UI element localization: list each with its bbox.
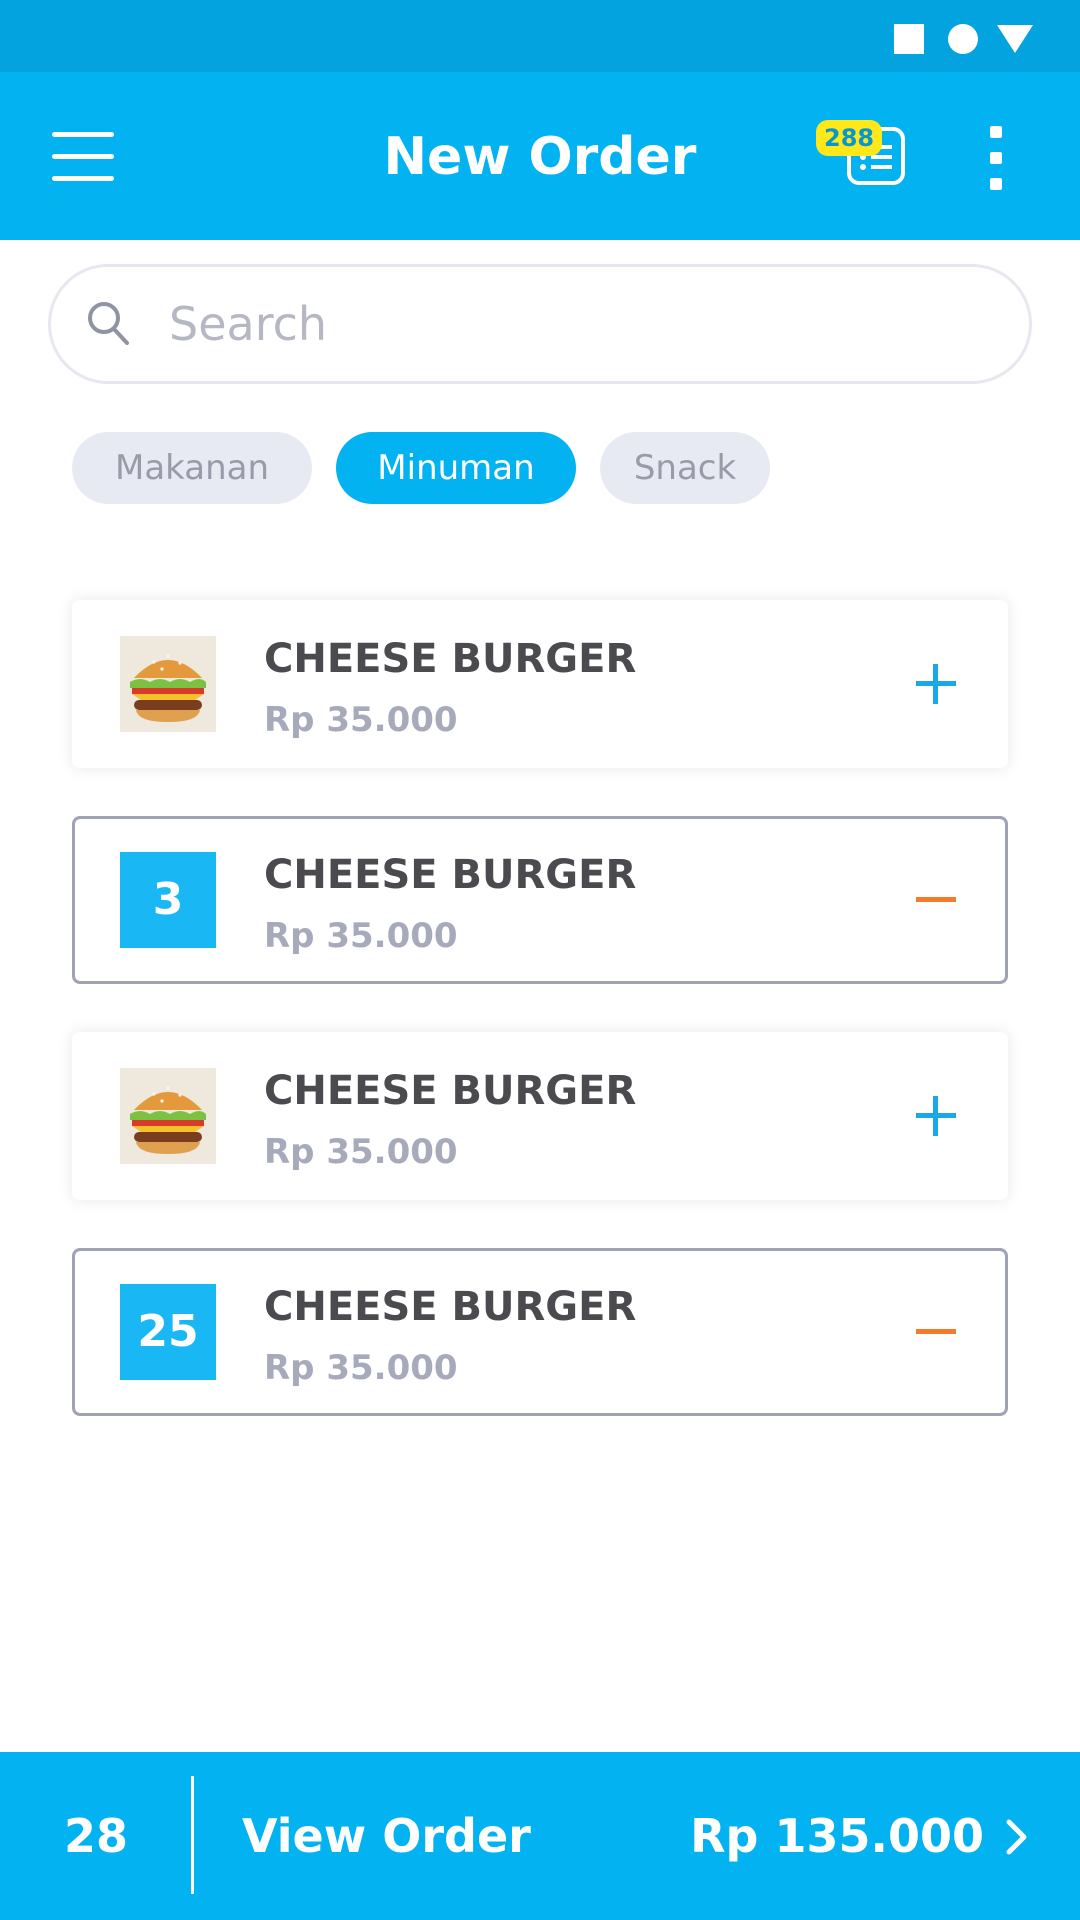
product-card[interactable]: CHEESE BURGER Rp 35.000 [72, 1032, 1008, 1200]
item-name: CHEESE BURGER [264, 1068, 637, 1114]
item-price: Rp 35.000 [264, 916, 458, 956]
item-price: Rp 35.000 [264, 700, 458, 740]
item-name: CHEESE BURGER [264, 636, 637, 682]
app-bar: New Order 288 [0, 72, 1080, 240]
quantity-badge: 25 [120, 1284, 216, 1380]
minus-icon[interactable] [912, 876, 960, 924]
minus-icon[interactable] [912, 1308, 960, 1356]
search-icon [88, 302, 129, 345]
order-total: Rp 135.000 [690, 1809, 984, 1863]
item-name: CHEESE BURGER [264, 1284, 637, 1330]
plus-icon[interactable] [912, 1092, 960, 1140]
cheese-burger-image [120, 1068, 216, 1164]
item-price: Rp 35.000 [264, 1348, 458, 1388]
search-bar[interactable] [48, 264, 1032, 384]
view-order-bar[interactable]: 28 View Order Rp 135.000 [0, 1752, 1080, 1920]
divider [191, 1776, 194, 1894]
product-card-selected[interactable]: 3 CHEESE BURGER Rp 35.000 [72, 816, 1008, 984]
category-chip-snack[interactable]: Snack [600, 432, 770, 504]
product-card-selected[interactable]: 25 CHEESE BURGER Rp 35.000 [72, 1248, 1008, 1416]
item-price: Rp 35.000 [264, 1132, 458, 1172]
cheese-burger-image [120, 636, 216, 732]
search-input[interactable] [169, 289, 989, 359]
product-card[interactable]: CHEESE BURGER Rp 35.000 [72, 600, 1008, 768]
chevron-right-icon [1006, 1819, 1027, 1855]
category-chip-makanan[interactable]: Makanan [72, 432, 312, 504]
quantity-badge: 3 [120, 852, 216, 948]
back-triangle-icon [997, 25, 1033, 53]
more-vertical-icon[interactable] [980, 124, 1014, 194]
status-bar [0, 0, 1080, 72]
orders-count-badge: 288 [816, 120, 883, 156]
recent-apps-icon [894, 24, 924, 54]
item-name: CHEESE BURGER [264, 852, 637, 898]
plus-icon[interactable] [912, 660, 960, 708]
category-chip-minuman[interactable]: Minuman [336, 432, 576, 504]
page-title: New Order [383, 127, 697, 187]
view-order-label: View Order [242, 1809, 531, 1863]
order-item-count: 28 [63, 1809, 128, 1863]
home-icon [948, 24, 978, 54]
